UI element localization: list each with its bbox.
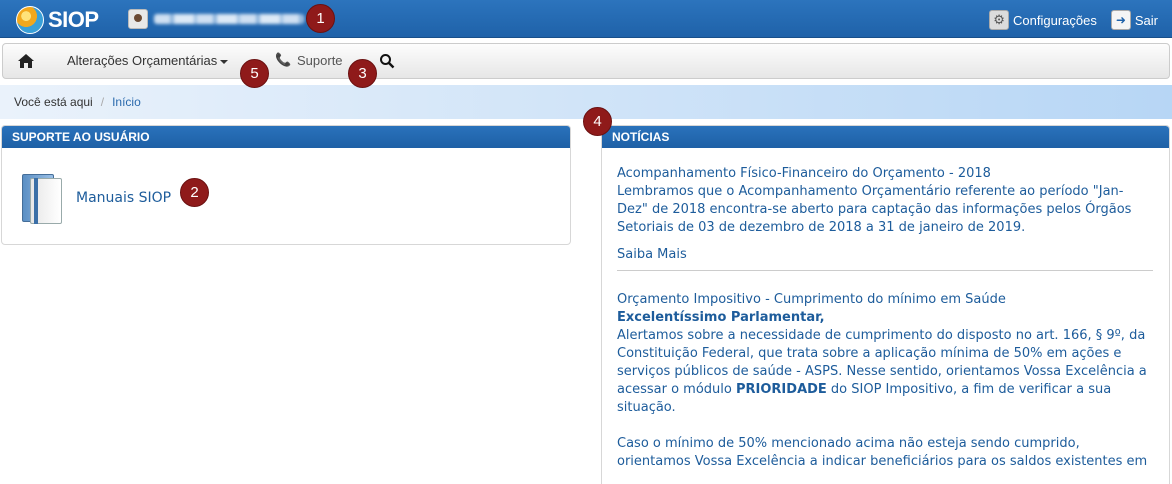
news-list: Acompanhamento Físico-Financeiro do Orça… xyxy=(602,148,1169,471)
breadcrumb-current[interactable]: Início xyxy=(112,95,141,109)
news-salutation: Excelentíssimo Parlamentar, xyxy=(617,310,825,325)
saiba-mais-link[interactable]: Saiba Mais xyxy=(617,246,1153,264)
search-icon[interactable] xyxy=(379,53,395,69)
support-panel: SUPORTE AO USUÁRIO Manuais SIOP xyxy=(1,125,571,245)
news-body: Lembramos que o Acompanhamento Orçamentá… xyxy=(617,184,1132,235)
logout-label: Sair xyxy=(1134,12,1158,28)
nav-suporte[interactable]: Suporte xyxy=(297,53,343,68)
gear-icon: ⚙ xyxy=(989,10,1010,30)
user-avatar-icon xyxy=(128,9,148,29)
main-navbar: Alterações Orçamentárias 📞 Suporte xyxy=(2,43,1170,79)
top-right-links: ⚙ Configurações ➜ Sair xyxy=(975,10,1158,30)
settings-link[interactable]: ⚙ Configurações xyxy=(989,10,1097,30)
news-headline[interactable]: Acompanhamento Físico-Financeiro do Orça… xyxy=(617,165,1153,183)
chevron-down-icon xyxy=(220,59,229,64)
exit-icon: ➜ xyxy=(1110,10,1131,30)
logo-text: SIOP xyxy=(48,7,99,32)
manual-link[interactable]: Manuais SIOP xyxy=(76,190,171,206)
support-panel-title: SUPORTE AO USUÁRIO xyxy=(2,126,570,148)
siop-logo[interactable]: SIOP xyxy=(16,6,99,34)
breadcrumb-separator: / xyxy=(100,95,105,109)
phone-icon: 📞 xyxy=(275,53,292,68)
logo-ball-icon xyxy=(16,6,44,34)
book-icon xyxy=(20,172,66,224)
user-name-blurred xyxy=(154,14,304,24)
home-icon[interactable] xyxy=(17,52,35,70)
news-body-bold: PRIORIDADE xyxy=(736,382,827,397)
nav-alteracoes-label: Alterações Orçamentárias xyxy=(67,53,218,68)
breadcrumb-prefix: Você está aqui xyxy=(14,95,93,109)
user-info[interactable] xyxy=(128,9,304,29)
news-divider xyxy=(617,270,1153,271)
annotation-badge: 5 xyxy=(240,59,269,88)
news-panel-title: NOTÍCIAS xyxy=(602,126,1169,148)
annotation-badge: 4 xyxy=(583,107,612,136)
nav-suporte-label: Suporte xyxy=(297,53,343,68)
news-panel: NOTÍCIAS Acompanhamento Físico-Financeir… xyxy=(601,125,1170,484)
settings-label: Configurações xyxy=(1013,12,1097,28)
news-headline[interactable]: Orçamento Impositivo - Cumprimento do mí… xyxy=(617,291,1153,309)
top-bar: SIOP ⚙ Configurações ➜ Sair xyxy=(0,0,1172,38)
annotation-badge: 3 xyxy=(348,59,377,88)
annotation-badge: 1 xyxy=(306,4,335,33)
annotation-badge: 2 xyxy=(180,178,209,207)
nav-alteracoes-orcamentarias[interactable]: Alterações Orçamentárias xyxy=(67,53,229,68)
news-body: Alertamos sobre a necessidade de cumprim… xyxy=(617,327,1153,417)
logout-link[interactable]: ➜ Sair xyxy=(1110,10,1158,30)
news-body: Caso o mínimo de 50% mencionado acima nã… xyxy=(617,436,1148,469)
manual-entry[interactable]: Manuais SIOP xyxy=(20,172,171,224)
